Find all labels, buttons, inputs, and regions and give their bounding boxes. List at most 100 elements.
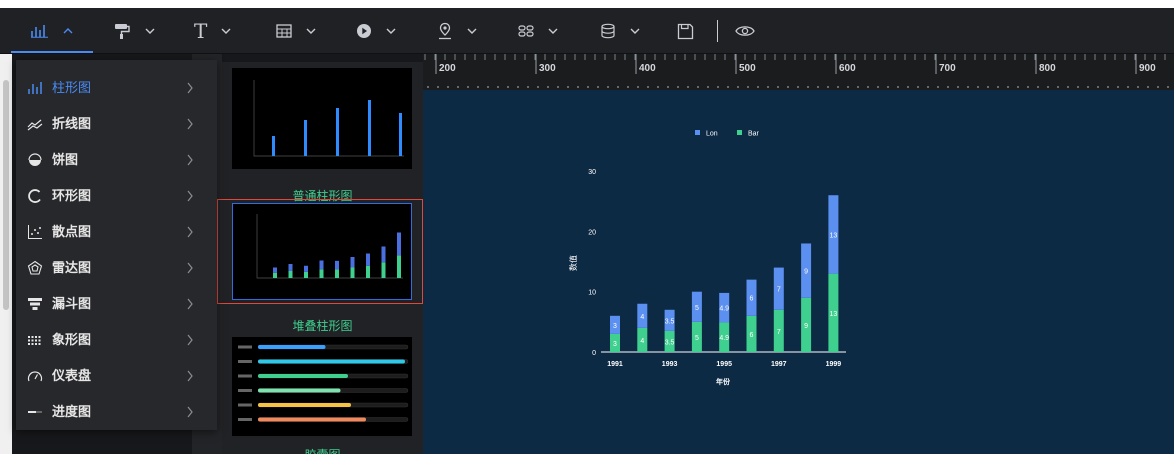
map-tool-button[interactable]	[437, 16, 477, 46]
chevron-up-icon	[63, 28, 73, 34]
mini-capsule-fill	[258, 417, 366, 422]
play-icon	[357, 24, 371, 38]
chevron-right-icon	[187, 334, 193, 346]
data-label-bar: 3	[613, 341, 617, 348]
radar-chart-icon	[27, 260, 43, 275]
chart-tool-button[interactable]	[31, 16, 73, 46]
data-label-lon: 4	[640, 314, 644, 321]
menu-item-radar-chart[interactable]: 雷达图	[16, 250, 217, 286]
y-tick-label: 10	[588, 290, 596, 297]
menu-item-label: 雷达图	[52, 260, 92, 275]
mini-capsule-label	[238, 360, 252, 363]
legend-label-lon[interactable]: Lon	[706, 131, 718, 138]
left-panel-scrollbar[interactable]	[0, 54, 12, 454]
eye-icon	[735, 26, 755, 36]
chevron-right-icon	[187, 154, 193, 166]
ruler-label: 200	[439, 63, 456, 74]
data-label-bar: 9	[804, 323, 808, 330]
data-label-bar: 4.9	[719, 335, 729, 342]
mini-capsule-fill	[258, 403, 351, 407]
legend-swatch-lon	[695, 130, 700, 135]
table-tool-button[interactable]	[276, 16, 316, 46]
ruler-ticks: 200 300 400 500 600 700 800 900	[424, 54, 1166, 74]
toolbar-divider	[717, 20, 718, 42]
gauge-icon	[27, 371, 43, 382]
menu-item-label: 饼图	[52, 152, 79, 167]
data-label-lon: 6	[750, 296, 754, 303]
chevron-down-icon	[467, 28, 477, 34]
design-canvas[interactable]: 0 10 20 30 数值 3 3 1991 4 4 3.5 3.5 1993 5 5 4.9 4.9 1995 6…	[423, 90, 1174, 454]
y-axis-label: 数值	[568, 255, 578, 271]
pie-chart-icon	[28, 153, 42, 166]
legend-label-bar[interactable]: Bar	[748, 131, 760, 138]
data-label-bar: 3.5	[665, 339, 675, 346]
mini-capsule-fill	[258, 345, 326, 349]
chevron-down-icon	[630, 28, 640, 34]
basic-bar-preview	[253, 80, 404, 157]
ring-chart-icon	[28, 189, 41, 203]
progress-icon	[28, 411, 42, 413]
y-tick-label: 0	[592, 350, 596, 357]
y-tick-label: 20	[588, 229, 596, 236]
legend-swatch-bar	[737, 130, 742, 135]
ruler-label: 800	[1039, 63, 1056, 74]
ruler-label: 900	[1139, 63, 1156, 74]
thumb-label-stacked-bar[interactable]: 堆叠柱形图	[222, 317, 423, 334]
horizontal-ruler: 200 300 400 500 600 700 800 900	[423, 54, 1174, 90]
widget-tool-button[interactable]	[518, 16, 558, 46]
mini-capsule-label	[238, 374, 252, 378]
menu-item-label: 柱形图	[52, 80, 92, 95]
menu-item-pie-chart[interactable]: 饼图	[16, 142, 217, 178]
save-tool-button[interactable]	[677, 16, 694, 46]
thumb-basic-bar[interactable]	[232, 68, 412, 169]
chart-template-panel: 普通柱形图 堆叠柱形图 胶囊图	[217, 62, 423, 454]
ruler-label: 500	[739, 63, 756, 74]
save-icon	[677, 23, 694, 39]
x-axis-label: 年份	[716, 377, 731, 386]
chevron-right-icon	[187, 406, 193, 418]
y-tick-label: 30	[588, 169, 596, 176]
chevron-down-icon	[386, 28, 396, 34]
scrollbar-thumb[interactable]	[3, 80, 9, 310]
x-tick-label: 1991	[607, 361, 623, 368]
capsule-preview	[238, 344, 409, 422]
x-tick-label: 1995	[716, 361, 732, 368]
mini-capsule-fill	[258, 388, 341, 393]
table-icon	[276, 24, 292, 38]
mini-capsule-label	[238, 418, 252, 421]
data-tool-button[interactable]	[600, 16, 640, 46]
menu-item-label: 散点图	[52, 224, 92, 239]
ruler-label: 400	[639, 63, 656, 74]
chevron-down-icon	[548, 28, 558, 34]
stacked-bar-chart[interactable]: 0 10 20 30 数值 3 3 1991 4 4 3.5 3.5 1993 5 5 4.9 4.9 1995 6…	[423, 90, 1174, 454]
text-tool-button[interactable]: T	[194, 16, 231, 46]
data-label-lon: 3	[613, 323, 617, 330]
mini-capsule-label	[238, 389, 252, 392]
chevron-right-icon	[187, 226, 193, 238]
menu-item-ring-chart[interactable]: 环形图	[16, 178, 217, 214]
thumb-label-capsule[interactable]: 胶囊图	[222, 446, 423, 454]
menu-item-scatter-chart[interactable]: 散点图	[16, 214, 217, 250]
bar-chart-icon	[31, 25, 48, 38]
ruler-label: 300	[539, 63, 556, 74]
menu-item-funnel-chart[interactable]: 漏斗图	[16, 286, 217, 322]
menu-item-gauge[interactable]: 仪表盘	[16, 358, 217, 394]
data-label-bar: 5	[695, 335, 699, 342]
bar-chart-icon	[28, 82, 42, 94]
menu-item-progress[interactable]: 进度图	[16, 394, 217, 430]
mini-capsule-fill	[258, 359, 405, 364]
style-tool-button[interactable]	[113, 16, 155, 46]
chart-type-menu: 柱形图折线图饼图环形图散点图雷达图漏斗图 象形图 仪表盘进度图	[16, 60, 217, 430]
media-tool-button[interactable]	[356, 16, 396, 46]
menu-item-label: 进度图	[52, 404, 92, 419]
data-label-lon: 7	[777, 287, 781, 294]
thumb-capsule[interactable]	[232, 337, 412, 436]
preview-tool-button[interactable]	[735, 16, 755, 46]
chevron-right-icon	[187, 190, 193, 202]
menu-item-line-chart[interactable]: 折线图	[16, 106, 217, 142]
selected-template-outline	[217, 199, 423, 304]
mini-capsule-fill	[258, 374, 348, 378]
menu-item-pictorial-chart[interactable]: 象形图	[16, 322, 217, 358]
paint-roller-icon	[115, 24, 130, 39]
menu-item-bar-chart[interactable]: 柱形图	[16, 70, 217, 106]
